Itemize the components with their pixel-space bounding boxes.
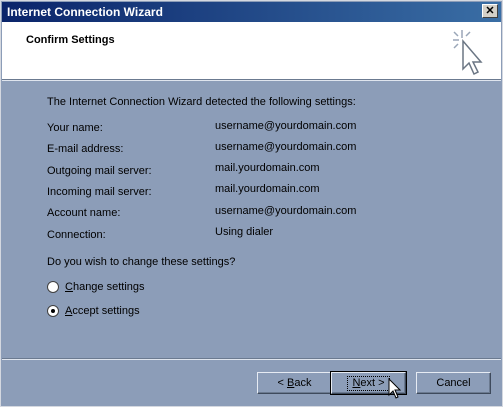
cancel-button[interactable]: Cancel (416, 372, 491, 394)
close-button[interactable]: ✕ (482, 4, 498, 18)
wizard-cursor-sparkle-icon (453, 30, 483, 76)
close-icon: ✕ (485, 5, 495, 17)
setting-label-incoming-server: Incoming mail server: (47, 186, 152, 198)
footer-separator (2, 358, 501, 360)
mouse-pointer-icon (388, 378, 402, 399)
change-settings-radio[interactable] (47, 281, 59, 293)
setting-label-email: E-mail address: (47, 143, 124, 155)
window-title: Internet Connection Wizard (7, 5, 163, 19)
header-separator (2, 79, 501, 81)
setting-value-your-name: username@yourdomain.com (215, 120, 357, 132)
accept-settings-option[interactable]: Accept settings (47, 305, 140, 317)
page-title: Confirm Settings (26, 34, 115, 46)
setting-value-account-name: username@yourdomain.com (215, 205, 357, 217)
wizard-window: Internet Connection Wizard ✕ Confirm Set… (0, 0, 503, 407)
setting-value-connection: Using dialer (215, 226, 274, 238)
setting-label-your-name: Your name: (47, 122, 103, 134)
title-bar[interactable]: Internet Connection Wizard ✕ (2, 2, 501, 22)
accept-settings-label[interactable]: Accept settings (65, 305, 140, 317)
back-button[interactable]: < Back (257, 372, 332, 394)
setting-label-connection: Connection: (47, 229, 106, 241)
setting-label-outgoing-server: Outgoing mail server: (47, 165, 152, 177)
intro-text: The Internet Connection Wizard detected … (47, 96, 356, 108)
setting-value-email: username@yourdomain.com (215, 141, 357, 153)
wizard-header: Confirm Settings (2, 22, 501, 79)
accept-settings-radio[interactable] (47, 305, 59, 317)
setting-value-incoming-server: mail.yourdomain.com (215, 183, 320, 195)
change-settings-option[interactable]: Change settings (47, 281, 145, 293)
setting-value-outgoing-server: mail.yourdomain.com (215, 162, 320, 174)
change-settings-label[interactable]: Change settings (65, 281, 145, 293)
change-settings-question: Do you wish to change these settings? (47, 256, 236, 268)
setting-label-account-name: Account name: (47, 207, 121, 219)
